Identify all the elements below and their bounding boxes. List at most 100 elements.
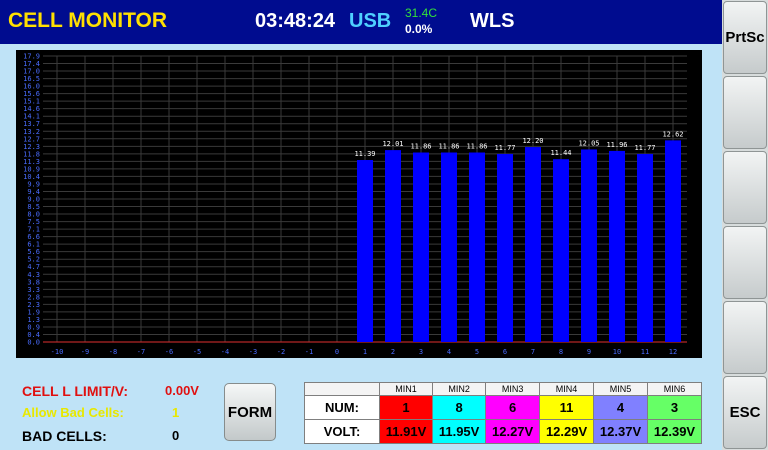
y-tick-label: 7.5 xyxy=(27,218,40,226)
bar xyxy=(609,150,625,342)
bar xyxy=(441,152,457,342)
bar-value-label: 12.05 xyxy=(578,139,599,147)
y-tick-label: 11.3 xyxy=(23,158,40,166)
prtsc-button[interactable]: PrtSc xyxy=(723,1,767,74)
y-tick-label: 16.0 xyxy=(23,83,40,91)
y-tick-label: 3.3 xyxy=(27,286,40,294)
x-tick-label: 5 xyxy=(475,348,479,356)
x-tick-label: 8 xyxy=(559,348,563,356)
volt-cell: 12.29V xyxy=(539,419,595,444)
form-button[interactable]: FORM xyxy=(224,383,276,441)
side-button-4[interactable] xyxy=(723,226,767,299)
bar-value-label: 11.86 xyxy=(466,143,487,151)
bar-value-label: 11.96 xyxy=(606,141,627,149)
x-tick-label: 7 xyxy=(531,348,535,356)
bar xyxy=(357,160,373,342)
cell-limit-label: CELL L LIMIT/V: xyxy=(22,383,129,399)
y-tick-label: 1.9 xyxy=(27,308,40,316)
side-button-5[interactable] xyxy=(723,301,767,374)
x-tick-label: 0 xyxy=(335,348,339,356)
x-tick-label: 1 xyxy=(363,348,367,356)
x-tick-label: -9 xyxy=(81,348,89,356)
allow-bad-cells-label: Allow Bad Cells: xyxy=(22,405,124,420)
y-tick-label: 15.6 xyxy=(23,90,40,98)
x-tick-label: -5 xyxy=(193,348,201,356)
table-corner xyxy=(304,382,380,396)
side-button-2[interactable] xyxy=(723,76,767,149)
min-header: MIN1 xyxy=(378,382,434,396)
x-tick-label: -1 xyxy=(305,348,313,356)
y-tick-label: 11.8 xyxy=(23,150,40,158)
bar-value-label: 11.86 xyxy=(410,143,431,151)
x-tick-label: -7 xyxy=(137,348,145,356)
y-tick-label: 4.3 xyxy=(27,271,40,279)
y-tick-label: 5.6 xyxy=(27,248,40,256)
allow-bad-cells-value: 1 xyxy=(172,405,180,420)
y-tick-label: 9.4 xyxy=(27,188,40,196)
volt-row-label: VOLT: xyxy=(304,419,380,444)
y-tick-label: 17.9 xyxy=(23,53,40,61)
side-button-3[interactable] xyxy=(723,151,767,224)
y-tick-label: 9.9 xyxy=(27,180,40,188)
volt-cell: 11.91V xyxy=(378,419,434,444)
y-tick-label: 5.2 xyxy=(27,256,40,264)
table-row-num: NUM: 1 8 6 11 4 3 xyxy=(304,395,703,420)
y-tick-label: 3.8 xyxy=(27,278,40,286)
bar xyxy=(581,149,597,342)
bar xyxy=(553,159,569,342)
bar xyxy=(497,153,513,342)
bar xyxy=(665,140,681,342)
y-tick-label: 6.1 xyxy=(27,241,40,249)
cell-limit-value: 0.00V xyxy=(165,383,199,398)
num-cell: 11 xyxy=(539,395,595,420)
x-tick-label: 9 xyxy=(587,348,591,356)
num-cell: 1 xyxy=(378,395,434,420)
y-tick-label: 17.4 xyxy=(23,60,40,68)
x-tick-label: 11 xyxy=(641,348,649,356)
y-tick-label: 13.7 xyxy=(23,120,40,128)
min-header: MIN3 xyxy=(485,382,541,396)
app-title: CELL MONITOR xyxy=(8,9,168,32)
volt-cell: 11.95V xyxy=(432,419,487,444)
esc-button[interactable]: ESC xyxy=(723,376,767,449)
bar-value-label: 11.39 xyxy=(354,150,375,158)
num-cell: 8 xyxy=(432,395,487,420)
x-tick-label: -10 xyxy=(51,348,64,356)
y-tick-label: 1.3 xyxy=(27,316,40,324)
x-tick-label: 2 xyxy=(391,348,395,356)
table-row-volt: VOLT: 11.91V 11.95V 12.27V 12.29V 12.37V… xyxy=(304,419,703,444)
connection-status: USB xyxy=(349,10,392,32)
x-tick-label: -2 xyxy=(277,348,285,356)
x-tick-label: -3 xyxy=(249,348,257,356)
y-tick-label: 13.2 xyxy=(23,128,40,136)
y-tick-label: 6.6 xyxy=(27,233,40,241)
bar-value-label: 12.20 xyxy=(522,137,543,145)
bar-value-label: 12.62 xyxy=(662,130,683,138)
bar xyxy=(525,147,541,342)
cell-voltage-chart: 0.0 0.4 0.9 1.3 1.9 2.3 2.8 3.3 3.8 4.3 4.7 5.2 5.6 6… xyxy=(16,50,702,358)
y-tick-label: 4.7 xyxy=(27,263,40,271)
x-tick-label: -4 xyxy=(221,348,229,356)
y-tick-label: 10.9 xyxy=(23,165,40,173)
min-header: MIN2 xyxy=(432,382,487,396)
bar-value-label: 12.01 xyxy=(382,140,403,148)
y-tick-label: 14.6 xyxy=(23,105,40,113)
x-tick-label: -6 xyxy=(165,348,173,356)
y-tick-label: 2.3 xyxy=(27,301,40,309)
bar-chart-svg: 0.00.40.91.31.92.32.83.33.84.34.75.25.66… xyxy=(23,53,687,356)
y-tick-label: 0.0 xyxy=(27,339,40,347)
y-tick-label: 10.4 xyxy=(23,173,40,181)
bar-value-label: 11.77 xyxy=(634,144,655,152)
y-tick-label: 12.3 xyxy=(23,143,40,151)
bar-value-label: 11.77 xyxy=(494,144,515,152)
x-tick-label: 12 xyxy=(669,348,677,356)
volt-cell: 12.27V xyxy=(485,419,541,444)
x-tick-label: 10 xyxy=(613,348,621,356)
bar xyxy=(385,150,401,342)
bar-value-label: 11.44 xyxy=(550,149,571,157)
x-tick-label: 6 xyxy=(503,348,507,356)
table-header-row: MIN1 MIN2 MIN3 MIN4 MIN5 MIN6 xyxy=(304,382,703,396)
y-tick-label: 0.9 xyxy=(27,323,40,331)
temperature-readout: 31.4C xyxy=(405,6,438,20)
num-cell: 3 xyxy=(646,395,703,420)
